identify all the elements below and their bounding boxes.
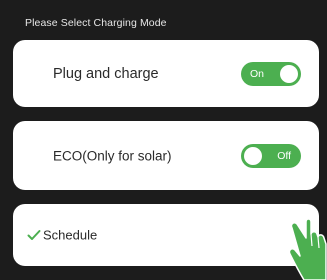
plug-and-charge-toggle[interactable]: On [241, 61, 301, 86]
hand-pointer-icon [288, 204, 327, 280]
toggle-on-text: On [250, 67, 265, 80]
toggle-knob [280, 64, 298, 83]
check-icon [27, 230, 41, 240]
eco-option[interactable]: ECO(Only for solar) Off [13, 121, 319, 190]
page-title: Please Select Charging Mode [25, 17, 167, 29]
eco-toggle[interactable]: Off [241, 143, 301, 168]
eco-label: ECO(Only for solar) [53, 148, 172, 163]
plug-and-charge-label: Plug and charge [53, 65, 159, 82]
schedule-label: Schedule [43, 227, 98, 243]
toggle-knob [244, 146, 262, 165]
schedule-option[interactable]: Schedule [13, 204, 319, 266]
charging-mode-screen: Please Select Charging Mode Plug and cha… [0, 0, 327, 280]
plug-and-charge-option[interactable]: Plug and charge On [13, 40, 319, 107]
toggle-off-text: Off [277, 149, 291, 162]
